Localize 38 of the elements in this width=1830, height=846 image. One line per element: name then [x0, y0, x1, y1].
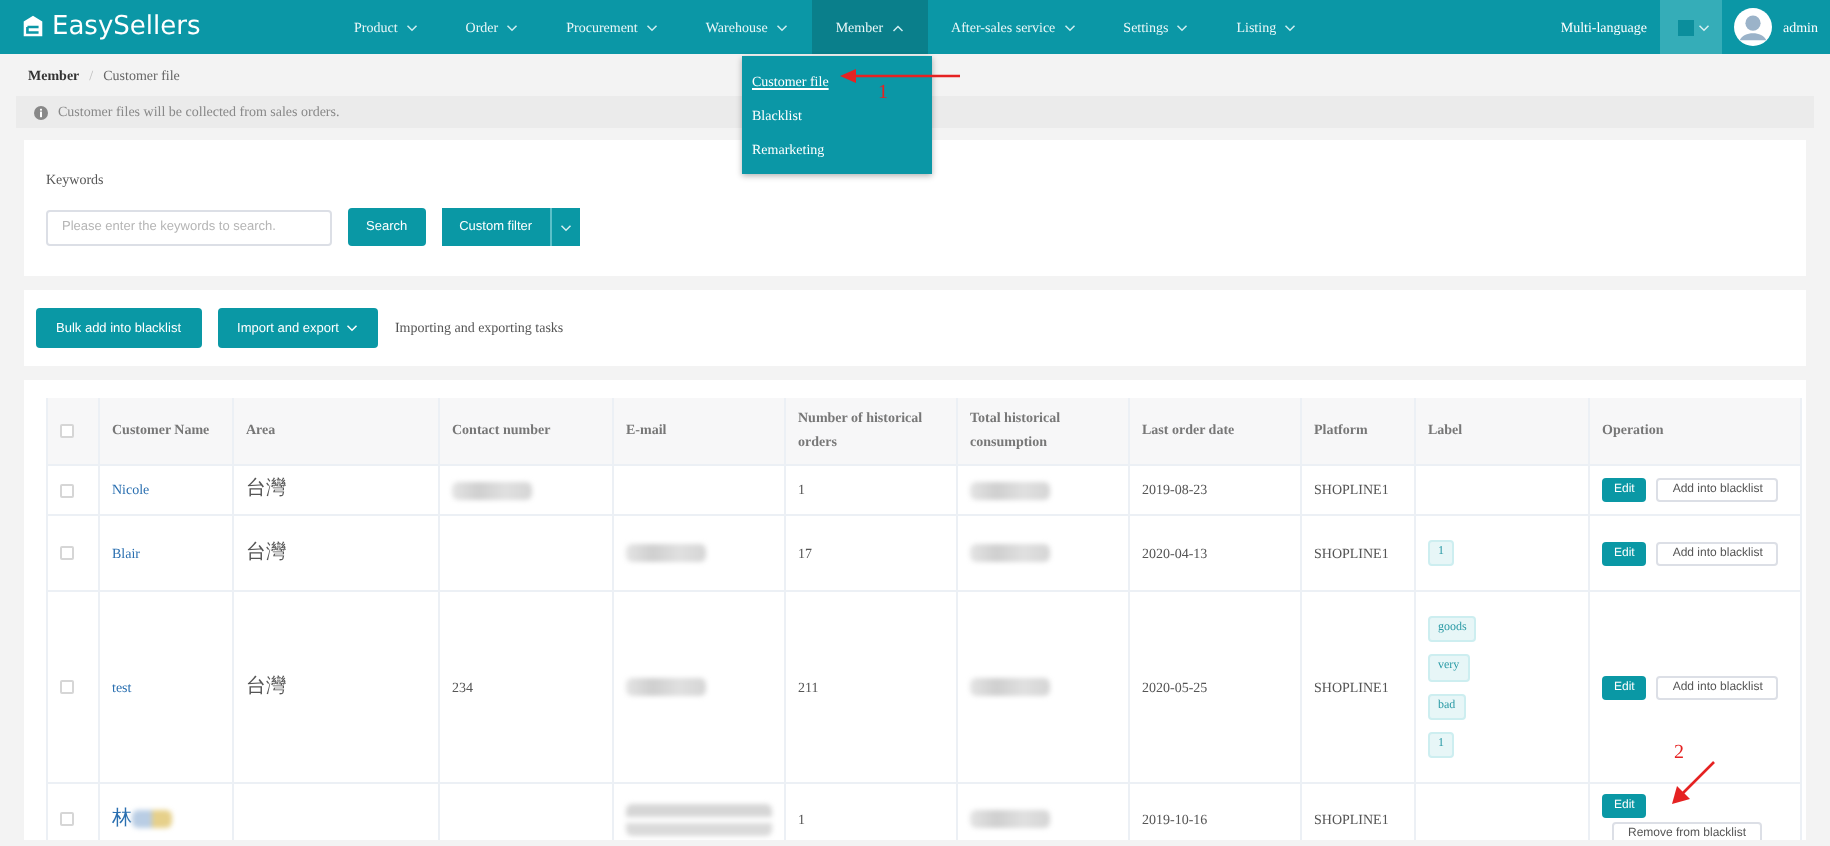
- chevron-down-icon: [1063, 23, 1076, 31]
- table-cell: 台灣: [246, 677, 286, 698]
- table-cell: 台灣: [246, 543, 286, 564]
- annotation-arrow: [1668, 760, 1716, 808]
- chevron-down-icon: [560, 223, 573, 231]
- redaction-blur: [452, 481, 532, 499]
- chevron-down-icon: [775, 23, 788, 31]
- row-checkbox[interactable]: [60, 546, 74, 561]
- step-number: 1: [878, 82, 888, 104]
- chevron-down-icon: [1697, 23, 1709, 31]
- customer-name-link[interactable]: 林: [112, 809, 132, 830]
- envelope-logo-icon: [20, 14, 46, 40]
- row-checkbox[interactable]: [60, 680, 74, 695]
- row-checkbox[interactable]: [60, 483, 74, 497]
- app-logo: EasySellers: [52, 12, 201, 42]
- chevron-down-icon: [506, 23, 519, 31]
- chevron-down-icon: [346, 324, 359, 332]
- redaction-blur: [970, 810, 1050, 829]
- color-picker[interactable]: [1659, 0, 1721, 54]
- redaction-blur: [626, 678, 706, 697]
- annotation-arrow: [838, 66, 962, 86]
- info-icon: [34, 105, 48, 119]
- table-cell: 台灣: [246, 480, 286, 500]
- chevron-down-icon: [1176, 23, 1189, 31]
- redaction-blur: [626, 544, 706, 563]
- avatar-icon[interactable]: [1733, 8, 1771, 46]
- redaction-blur: [132, 810, 172, 829]
- redaction-blur: [970, 678, 1050, 697]
- row-checkbox[interactable]: [60, 812, 74, 827]
- chevron-up-icon: [891, 23, 904, 31]
- redaction-blur: [970, 481, 1050, 499]
- select-all-checkbox[interactable]: [60, 424, 74, 438]
- step-number: 2: [1674, 742, 1684, 764]
- redaction-blur: [970, 544, 1050, 563]
- filter-dropdown-button[interactable]: [550, 208, 581, 246]
- chevron-down-icon: [645, 23, 658, 31]
- chevron-down-icon: [405, 23, 418, 31]
- chevron-down-icon: [1284, 23, 1297, 31]
